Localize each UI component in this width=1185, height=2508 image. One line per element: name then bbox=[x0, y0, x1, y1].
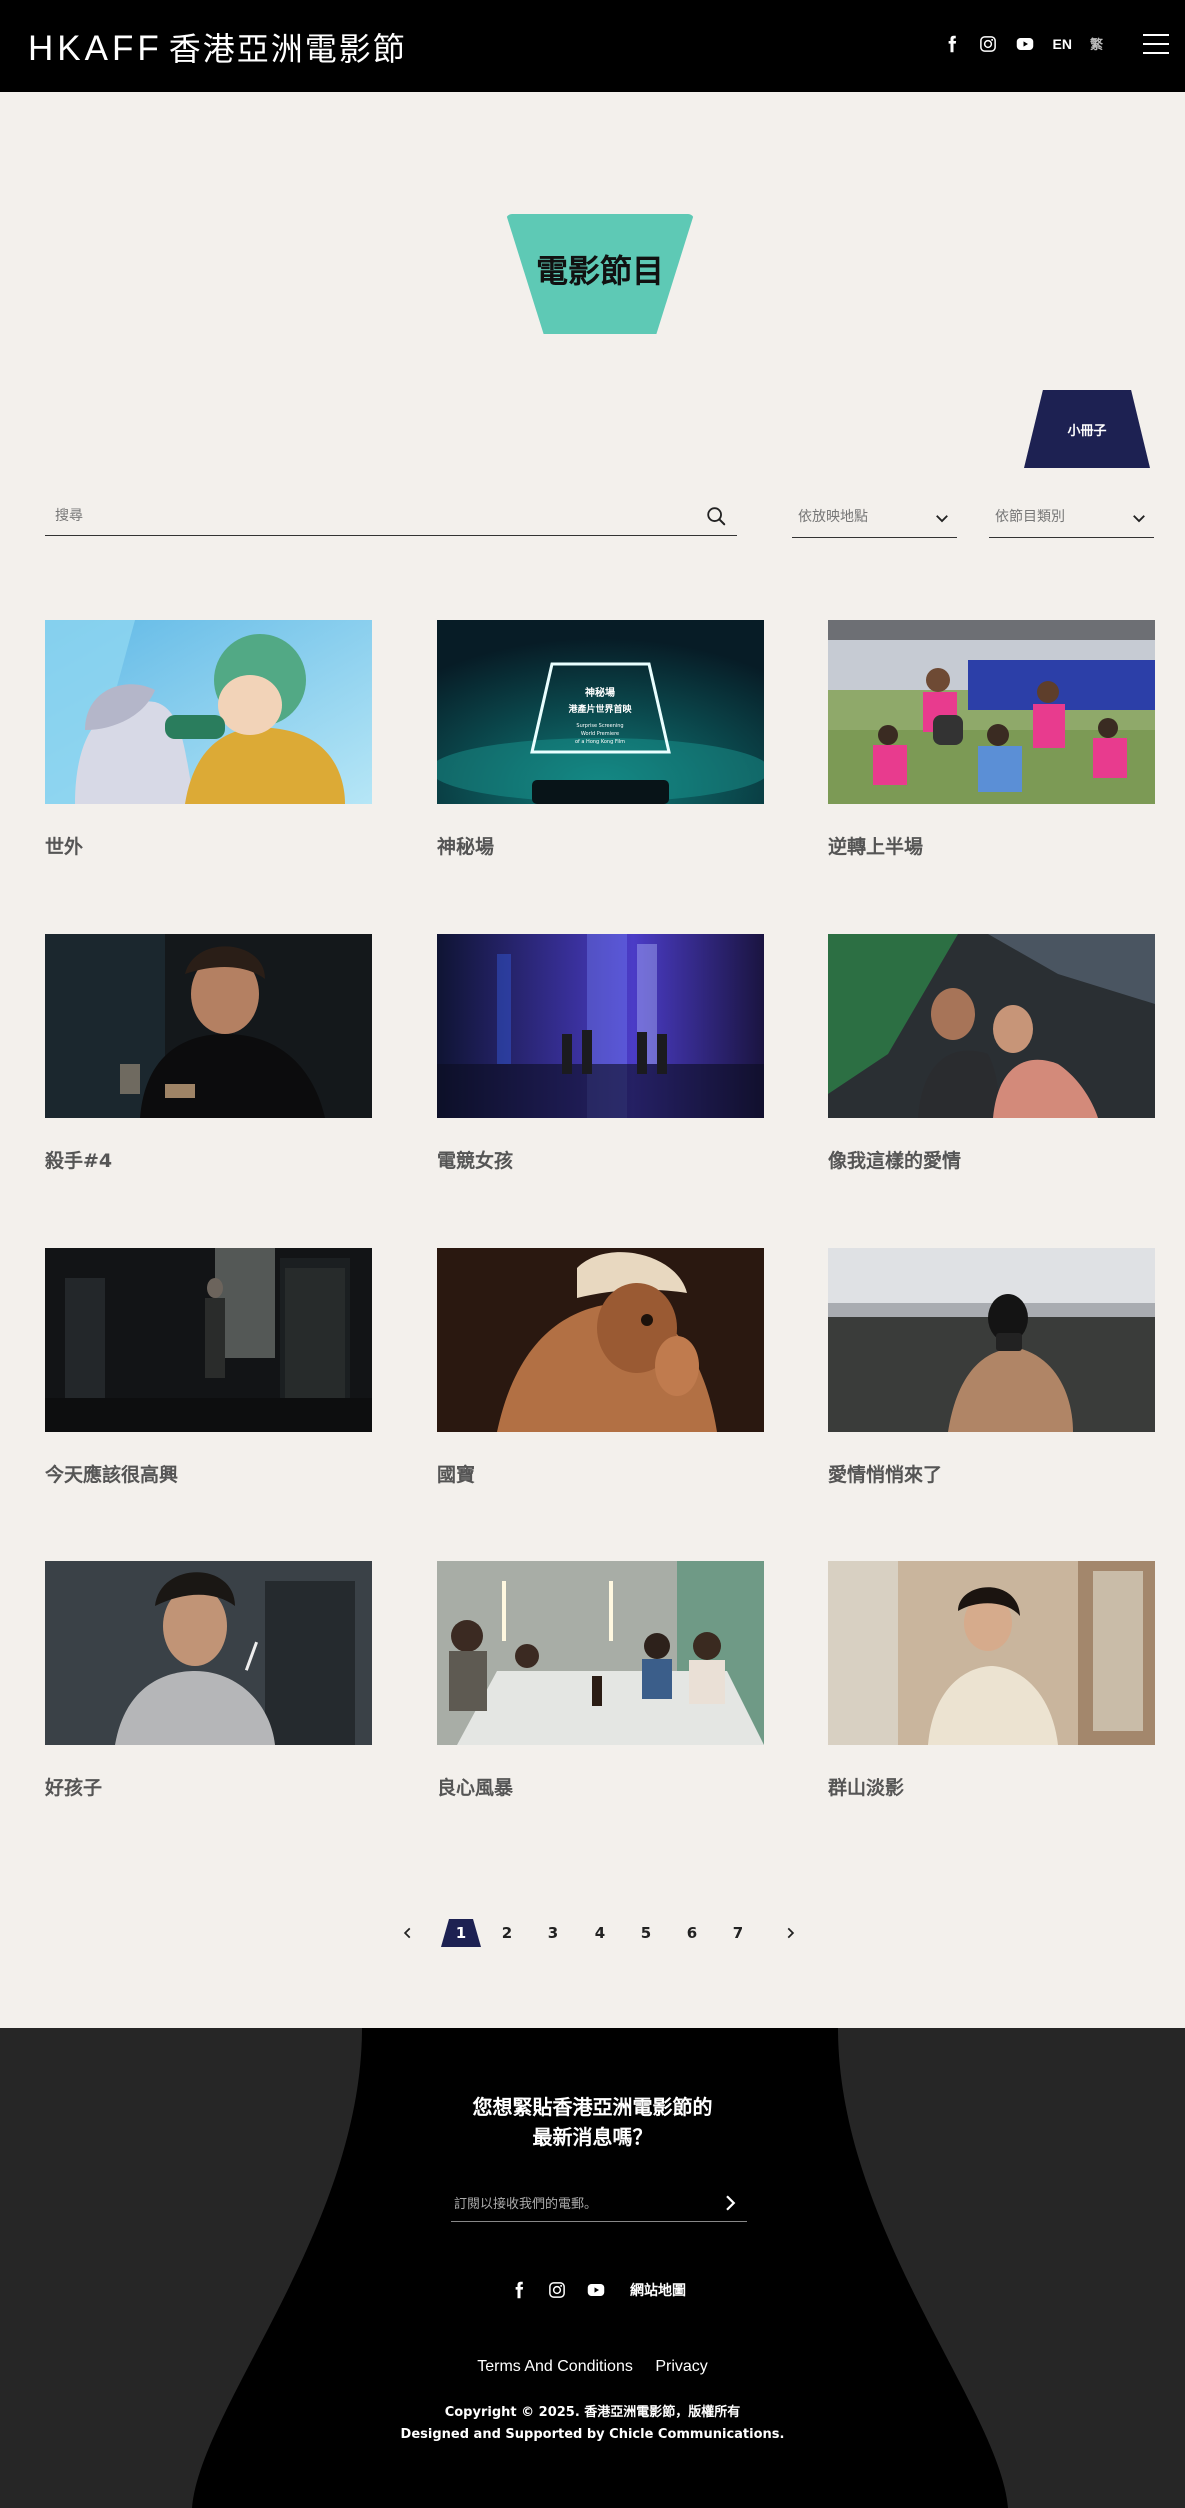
footer-social: 網站地圖 bbox=[510, 2280, 686, 2300]
film-card[interactable]: 今天應該很高興 bbox=[45, 1248, 372, 1487]
film-card[interactable]: 良心風暴 bbox=[437, 1561, 764, 1800]
pagination: 1 2 3 4 5 6 7 bbox=[0, 1919, 1185, 1949]
facebook-icon[interactable] bbox=[943, 35, 961, 53]
sitemap-link[interactable]: 網站地圖 bbox=[630, 2280, 686, 2300]
page-link-6[interactable]: 6 bbox=[672, 1919, 712, 1947]
film-title[interactable]: 殺手#4 bbox=[45, 1146, 372, 1173]
page-link-1[interactable]: 1 bbox=[441, 1919, 481, 1947]
page-title: 電影節目 bbox=[535, 252, 664, 290]
film-title[interactable]: 神秘場 bbox=[437, 832, 764, 859]
film-title[interactable]: 世外 bbox=[45, 832, 372, 859]
footer-heading-line1: 您想緊貼香港亞洲電影節的 bbox=[472, 2095, 713, 2119]
footer-links: Terms And Conditions Privacy bbox=[0, 2358, 1185, 2376]
copyright-text: Copyright © 2025. 香港亞洲電影節，版權所有 bbox=[444, 2405, 741, 2420]
film-poster[interactable]: 神秘場 港產片世界首映 Surprise Screening World Pre… bbox=[437, 620, 764, 804]
page-link-2[interactable]: 2 bbox=[487, 1919, 527, 1947]
header-social: EN 繁 bbox=[943, 34, 1103, 53]
page-link-7[interactable]: 7 bbox=[718, 1919, 758, 1947]
terms-link[interactable]: Terms And Conditions bbox=[477, 2358, 633, 2375]
copyright-block: Copyright © 2025. 香港亞洲電影節，版權所有 Designed … bbox=[0, 2402, 1185, 2446]
film-title[interactable]: 國寶 bbox=[437, 1460, 764, 1487]
category-select-label: 依節目類別 bbox=[995, 509, 1065, 525]
poster-text: of a Hong Kong Film bbox=[575, 739, 625, 745]
instagram-icon[interactable] bbox=[548, 2281, 566, 2299]
lang-zh-link[interactable]: 繁 bbox=[1090, 34, 1103, 53]
instagram-icon[interactable] bbox=[979, 35, 997, 53]
page-link-5[interactable]: 5 bbox=[626, 1919, 666, 1947]
film-card[interactable]: 逆轉上半場 bbox=[828, 620, 1155, 859]
prev-page-button[interactable] bbox=[388, 1919, 428, 1947]
booklet-button[interactable]: 小冊子 bbox=[1024, 390, 1150, 468]
footer-heading-line2: 最新消息嗎？ bbox=[532, 2125, 653, 2149]
chevron-down-icon bbox=[936, 515, 948, 523]
film-card[interactable]: 殺手#4 bbox=[45, 934, 372, 1173]
logo-latin: HKAFF bbox=[28, 29, 163, 68]
search-icon[interactable] bbox=[705, 505, 727, 527]
newsletter-form bbox=[451, 2188, 747, 2222]
logo-cjk: 香港亞洲電影節 bbox=[168, 30, 407, 68]
film-card[interactable]: 好孩子 bbox=[45, 1561, 372, 1800]
credit-text: Designed and Supported by Chicle Communi… bbox=[400, 2427, 785, 2442]
film-title[interactable]: 電競女孩 bbox=[437, 1146, 764, 1173]
film-poster[interactable] bbox=[45, 620, 372, 804]
privacy-link[interactable]: Privacy bbox=[655, 2358, 707, 2375]
film-title[interactable]: 好孩子 bbox=[45, 1773, 372, 1800]
film-poster[interactable] bbox=[45, 934, 372, 1118]
film-poster[interactable] bbox=[828, 934, 1155, 1118]
chevron-down-icon bbox=[1133, 515, 1145, 523]
venue-select[interactable]: 依放映地點 bbox=[792, 500, 957, 538]
film-card[interactable]: 神秘場 港產片世界首映 Surprise Screening World Pre… bbox=[437, 620, 764, 859]
poster-text: 神秘場 bbox=[585, 686, 615, 699]
film-title[interactable]: 像我這樣的愛情 bbox=[828, 1146, 1155, 1173]
page-link-4[interactable]: 4 bbox=[580, 1919, 620, 1947]
newsletter-email-input[interactable] bbox=[454, 2192, 704, 2216]
film-card[interactable]: 電競女孩 bbox=[437, 934, 764, 1173]
lang-en-link[interactable]: EN bbox=[1053, 36, 1072, 52]
film-poster[interactable] bbox=[828, 1248, 1155, 1432]
film-poster[interactable] bbox=[45, 1561, 372, 1745]
film-card[interactable]: 群山淡影 bbox=[828, 1561, 1155, 1800]
film-poster[interactable] bbox=[828, 620, 1155, 804]
film-title[interactable]: 良心風暴 bbox=[437, 1773, 764, 1800]
submit-arrow-icon[interactable] bbox=[721, 2194, 739, 2212]
venue-select-label: 依放映地點 bbox=[798, 509, 868, 525]
footer-heading: 您想緊貼香港亞洲電影節的 最新消息嗎？ bbox=[0, 2092, 1185, 2152]
film-poster[interactable] bbox=[437, 1248, 764, 1432]
film-card[interactable]: 愛情悄悄來了 bbox=[828, 1248, 1155, 1487]
chevron-left-icon bbox=[403, 1927, 411, 1939]
film-title[interactable]: 群山淡影 bbox=[828, 1773, 1155, 1800]
site-logo[interactable]: HKAFF 香港亞洲電影節 bbox=[28, 24, 407, 70]
search-input[interactable] bbox=[55, 504, 655, 528]
site-header: HKAFF 香港亞洲電影節 EN 繁 bbox=[0, 0, 1185, 92]
film-poster[interactable] bbox=[437, 934, 764, 1118]
next-page-button[interactable] bbox=[770, 1919, 810, 1947]
youtube-icon[interactable] bbox=[1015, 35, 1035, 53]
film-title[interactable]: 今天應該很高興 bbox=[45, 1460, 372, 1487]
search-bar bbox=[45, 500, 737, 536]
category-select[interactable]: 依節目類別 bbox=[989, 500, 1154, 538]
poster-text: 港產片世界首映 bbox=[568, 703, 632, 715]
film-card[interactable]: 世外 bbox=[45, 620, 372, 859]
poster-text: World Premiere bbox=[581, 731, 619, 737]
film-card[interactable]: 國寶 bbox=[437, 1248, 764, 1487]
film-poster[interactable] bbox=[828, 1561, 1155, 1745]
hamburger-menu-icon[interactable] bbox=[1143, 34, 1169, 54]
film-card[interactable]: 像我這樣的愛情 bbox=[828, 934, 1155, 1173]
site-footer: 您想緊貼香港亞洲電影節的 最新消息嗎？ 網站地圖 Terms And Condi… bbox=[0, 2028, 1185, 2508]
page-link-3[interactable]: 3 bbox=[533, 1919, 573, 1947]
facebook-icon[interactable] bbox=[510, 2281, 528, 2299]
youtube-icon[interactable] bbox=[586, 2281, 606, 2299]
chevron-right-icon bbox=[787, 1927, 795, 1939]
film-poster[interactable] bbox=[437, 1561, 764, 1745]
poster-text: Surprise Screening bbox=[576, 723, 623, 729]
film-title[interactable]: 愛情悄悄來了 bbox=[828, 1460, 1155, 1487]
film-poster[interactable] bbox=[45, 1248, 372, 1432]
film-title[interactable]: 逆轉上半場 bbox=[828, 832, 1155, 859]
